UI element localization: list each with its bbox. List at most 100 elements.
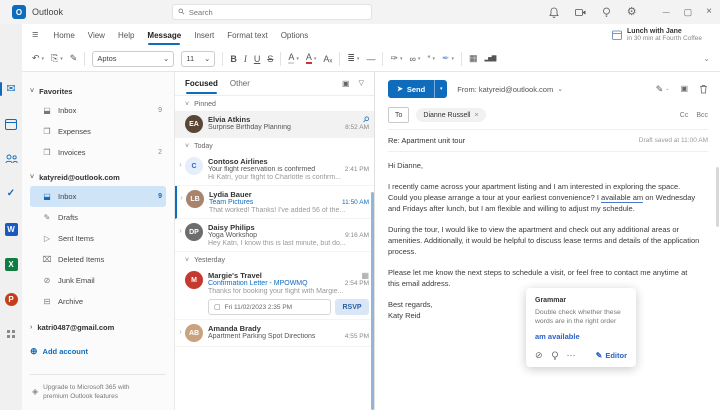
highlight-color-button[interactable]: A▾ (288, 53, 299, 64)
tab-message[interactable]: Message (147, 31, 181, 40)
quote-button[interactable]: “▾ (427, 54, 435, 64)
grammar-flagged-text[interactable]: available am (601, 193, 643, 203)
rail-todo-button[interactable]: ✓ (0, 185, 22, 203)
italic-button[interactable]: I (244, 54, 247, 64)
rail-excel-button[interactable]: X (0, 255, 22, 273)
list-item[interactable]: › AB Amanda Brady Apartment Parking Spot… (175, 320, 374, 347)
send-dropdown[interactable]: ▾ (434, 80, 447, 98)
folder-deleted-items[interactable]: ⌧Deleted Items (30, 249, 166, 270)
chevron-right-icon[interactable]: › (176, 157, 185, 181)
list-item[interactable]: › DP Daisy Philips Yoga Workshop9:16 AM … (175, 219, 374, 252)
chevron-right-icon[interactable]: › (176, 324, 185, 342)
list-item-selected[interactable]: › LB Lydia Bauer Team Pictures11:50 AM T… (175, 186, 374, 219)
favorites-header[interactable]: ˅Favorites (30, 82, 166, 100)
account-gmail-header[interactable]: ›katri0487@gmail.com (30, 318, 166, 336)
settings-gear-icon[interactable]: ⚙ (627, 7, 637, 18)
undo-button[interactable]: ↶▾ (32, 53, 44, 64)
pen-button[interactable]: ✑▾ (390, 53, 402, 64)
ink-button[interactable]: ✒▾ (442, 53, 454, 64)
folder-inbox[interactable]: ⬓Inbox9 (30, 186, 166, 207)
list-scrollbar[interactable] (371, 192, 374, 410)
meeting-reminder[interactable]: Lunch with Jane in 30 min at Fourth Coff… (612, 28, 710, 42)
hamburger-menu-icon[interactable]: ≡ (32, 30, 38, 41)
popout-icon[interactable]: ▣ (680, 85, 688, 93)
tab-help[interactable]: Help (118, 31, 134, 40)
list-item[interactable]: M Margie's Travel▦ Confirmation Letter -… (175, 267, 374, 320)
clear-formatting-button[interactable]: Aₓ (323, 54, 332, 64)
list-item[interactable]: › C Contoso Airlines Your flight reserva… (175, 153, 374, 186)
font-size-select[interactable]: 11⌄ (181, 51, 215, 67)
tab-other[interactable]: Other (230, 79, 250, 88)
grammar-suggestion-link[interactable]: am available (535, 331, 627, 342)
font-color-button[interactable]: A▾ (306, 53, 317, 64)
favorite-expenses[interactable]: ❒Expenses (30, 121, 166, 142)
tab-insert[interactable]: Insert (194, 31, 214, 40)
send-split-button[interactable]: ➤Send ▾ (388, 80, 447, 98)
discard-trash-icon[interactable] (699, 84, 708, 94)
list-button[interactable]: ≣▾ (347, 53, 359, 64)
close-button[interactable]: × (706, 7, 712, 17)
chevron-right-icon[interactable]: › (176, 223, 185, 247)
compose-scrollbar[interactable] (716, 167, 719, 227)
table-button[interactable]: ▦ (469, 53, 478, 64)
horizontal-rule-button[interactable]: — (366, 54, 375, 64)
group-header-today[interactable]: ˅Today (175, 138, 374, 153)
recipient-chip[interactable]: Dianne Russell× (416, 108, 485, 122)
group-header-yesterday[interactable]: ˅Yesterday (175, 252, 374, 267)
notifications-bell-icon[interactable] (549, 7, 559, 18)
folder-drafts[interactable]: ✎Drafts (30, 207, 166, 228)
rail-calendar-button[interactable] (0, 115, 22, 133)
maximize-button[interactable]: ▢ (684, 8, 693, 17)
meeting-date-box[interactable]: ▢Fri 11/02/2023 2:35 PM (208, 299, 331, 315)
folder-archive[interactable]: ⊟Archive (30, 291, 166, 312)
rail-word-button[interactable]: W (0, 220, 22, 238)
tab-format-text[interactable]: Format text (227, 31, 267, 40)
format-painter-button[interactable]: ✎ (70, 53, 78, 64)
tab-view[interactable]: View (88, 31, 105, 40)
rail-powerpoint-button[interactable]: P (0, 290, 22, 308)
meet-now-icon[interactable] (575, 8, 586, 17)
rsvp-button[interactable]: RSVP (335, 299, 369, 315)
link-button[interactable]: ∞▾ (410, 54, 421, 64)
rail-mail-button[interactable]: ✉ (0, 80, 22, 98)
font-name-select[interactable]: Aptos⌄ (92, 51, 174, 67)
toolbar-more-button[interactable]: ⌄ (703, 54, 710, 63)
to-button[interactable]: To (388, 107, 409, 123)
chevron-right-icon[interactable]: › (177, 190, 186, 214)
group-header-pinned[interactable]: ˅Pinned (175, 96, 374, 111)
cc-button[interactable]: Cc (680, 112, 689, 119)
remove-recipient-icon[interactable]: × (475, 112, 479, 119)
lightbulb-icon[interactable] (551, 351, 559, 361)
filter-icon[interactable]: ▽ (359, 80, 364, 88)
message-body[interactable]: Hi Dianne, I recently came across your a… (388, 160, 708, 321)
favorite-inbox[interactable]: ⬓Inbox9 (30, 100, 166, 121)
account-outlook-header[interactable]: ˅katyreid@outlook.com (30, 168, 166, 186)
select-all-icon[interactable]: ▣ (342, 80, 350, 88)
chart-button[interactable]: ▂▅▇ (485, 55, 496, 62)
ignore-icon[interactable]: ⊘ (535, 351, 543, 360)
bold-button[interactable]: B (230, 54, 237, 64)
folder-sent-items[interactable]: ▷Sent Items (30, 228, 166, 249)
upgrade-note[interactable]: ◈Upgrade to Microsoft 365 with premium O… (30, 374, 166, 410)
underline-button[interactable]: U (254, 54, 261, 64)
rail-people-button[interactable] (0, 150, 22, 168)
minimize-button[interactable]: — (663, 9, 670, 16)
tips-lightbulb-icon[interactable] (602, 7, 611, 18)
from-selector[interactable]: From: katyreid@outlook.com⌄ (457, 85, 563, 94)
paste-button[interactable]: ⎘▾ (51, 53, 63, 64)
favorite-invoices[interactable]: ❒Invoices2 (30, 142, 166, 163)
bcc-button[interactable]: Bcc (696, 112, 708, 119)
editor-pen-button[interactable]: ✎⌄ (656, 84, 670, 95)
tab-options[interactable]: Options (281, 31, 309, 40)
rail-apps-button[interactable] (0, 325, 22, 343)
tab-home[interactable]: Home (53, 31, 74, 40)
more-options-icon[interactable]: ⋯ (567, 351, 576, 360)
search-box[interactable]: ⚲ (172, 4, 372, 20)
add-account-button[interactable]: ⊕Add account (30, 340, 166, 362)
tab-focused[interactable]: Focused (185, 79, 218, 88)
editor-button[interactable]: ✎Editor (596, 350, 627, 361)
list-item[interactable]: EA Elvia Atkins⚲ Surprise Birthday Plann… (175, 111, 374, 138)
search-input[interactable] (189, 8, 365, 17)
strikethrough-button[interactable]: S (267, 54, 273, 64)
subject-field[interactable]: Re: Apartment unit tour (388, 136, 465, 145)
